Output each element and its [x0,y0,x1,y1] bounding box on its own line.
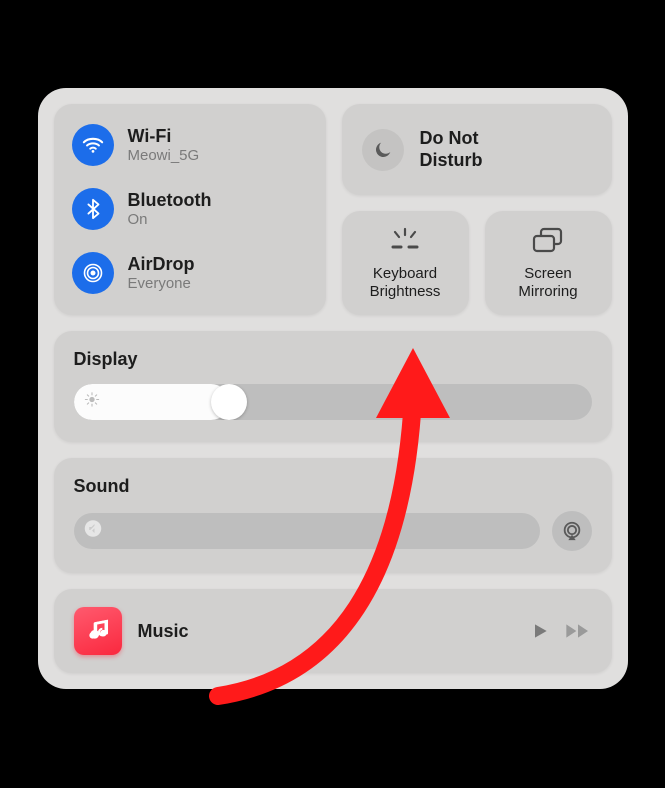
sound-slider[interactable] [74,513,540,549]
screen-mirroring-label: Screen Mirroring [518,265,577,301]
screen-mirroring-icon [531,225,565,255]
keyboard-brightness-icon [385,225,425,255]
play-button[interactable] [530,621,550,641]
speaker-muted-icon [84,520,102,543]
moon-icon [362,129,404,171]
next-track-button[interactable] [564,621,592,641]
bluetooth-title: Bluetooth [128,190,212,211]
control-center-panel: Wi-Fi Meowi_5G Bluetooth On [38,88,628,689]
dnd-label: Do Not Disturb [420,128,483,171]
bluetooth-toggle[interactable]: Bluetooth On [72,188,308,230]
wifi-icon [72,124,114,166]
connectivity-panel: Wi-Fi Meowi_5G Bluetooth On [54,104,326,315]
keyboard-brightness-label: Keyboard Brightness [370,265,441,301]
airdrop-icon [72,252,114,294]
airdrop-title: AirDrop [128,254,195,275]
bluetooth-icon [72,188,114,230]
screen-mirroring-button[interactable]: Screen Mirroring [485,211,612,315]
display-label: Display [74,349,592,370]
music-app-icon [74,607,122,655]
play-icon [530,621,550,641]
display-slider[interactable] [74,384,592,420]
airplay-icon [561,520,583,542]
music-panel: Music [54,589,612,673]
airplay-audio-button[interactable] [552,511,592,551]
display-panel: Display [54,331,612,442]
fast-forward-icon [564,621,592,641]
do-not-disturb-toggle[interactable]: Do Not Disturb [342,104,612,195]
bluetooth-subtitle: On [128,211,212,228]
wifi-toggle[interactable]: Wi-Fi Meowi_5G [72,124,308,166]
sound-label: Sound [74,476,592,497]
sun-icon [84,392,100,413]
wifi-subtitle: Meowi_5G [128,147,200,164]
airdrop-toggle[interactable]: AirDrop Everyone [72,252,308,294]
sound-panel: Sound [54,458,612,573]
wifi-title: Wi-Fi [128,126,200,147]
airdrop-subtitle: Everyone [128,275,195,292]
keyboard-brightness-button[interactable]: Keyboard Brightness [342,211,469,315]
music-title: Music [138,621,514,642]
